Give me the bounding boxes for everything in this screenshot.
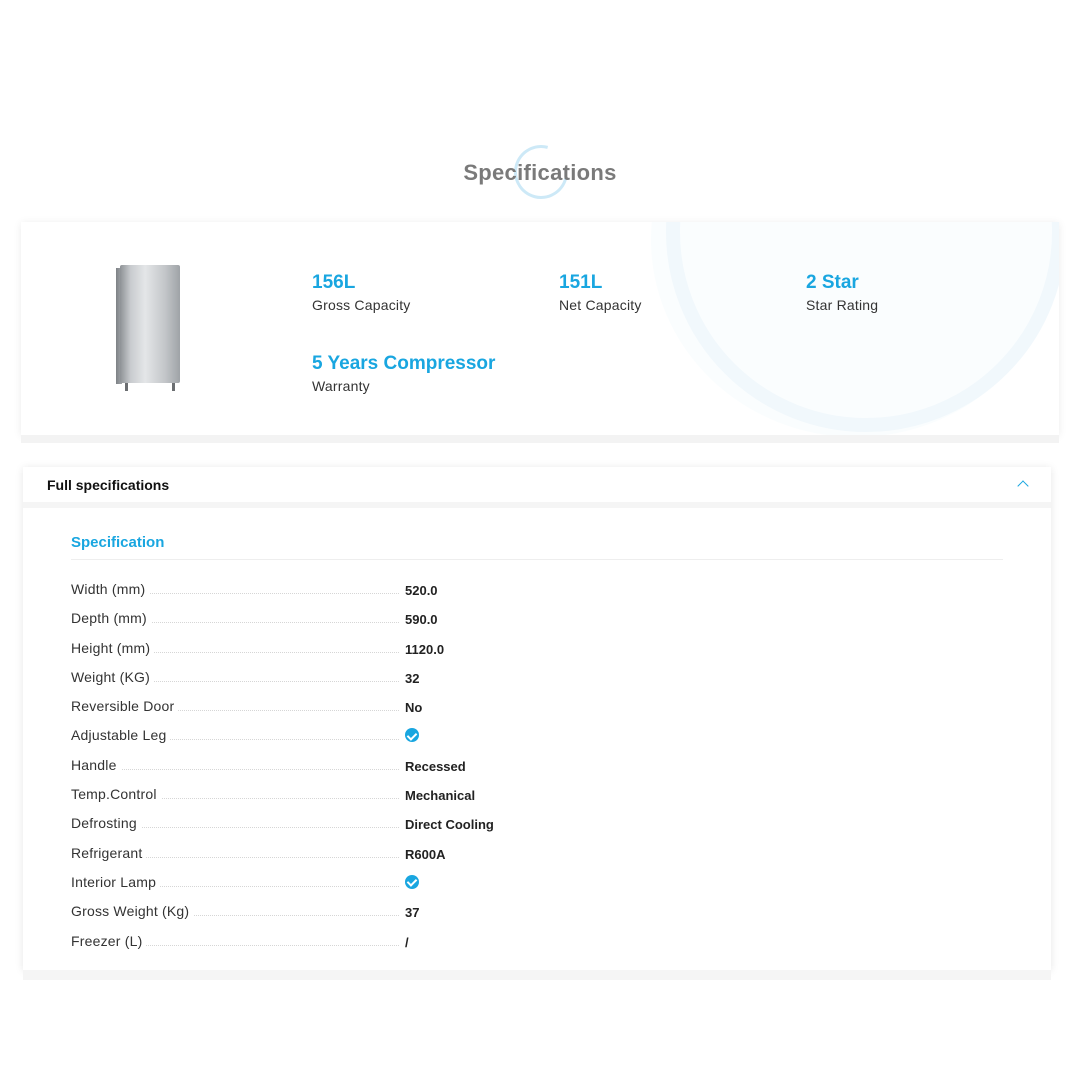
spec-row-width: Width (mm) 520.0 (71, 574, 1003, 603)
spec-row-height: Height (mm) 1120.0 (71, 633, 1003, 662)
page: Specifications 156L Gross Capacity 151L … (0, 0, 1080, 1080)
stat-gross-capacity: 156L Gross Capacity (312, 272, 411, 313)
chevron-up-icon[interactable] (1017, 480, 1029, 492)
spec-label: Gross Weight (Kg) (71, 903, 194, 920)
spec-label: Height (mm) (71, 639, 155, 656)
spec-value: R600A (405, 846, 446, 862)
spec-row-handle: Handle Recessed (71, 750, 1003, 779)
full-specs-card-footer (23, 970, 1051, 980)
spec-label: Temp.Control (71, 786, 161, 803)
spec-label: Defrosting (71, 815, 141, 832)
spec-row-depth: Depth (mm) 590.0 (71, 603, 1003, 632)
spec-value: 37 (405, 905, 420, 921)
stat-label: Net Capacity (559, 297, 642, 313)
spec-row-defrosting: Defrosting Direct Cooling (71, 808, 1003, 837)
spec-label: Adjustable Leg (71, 727, 171, 744)
spec-label: Interior Lamp (71, 873, 161, 890)
page-title: Specifications (463, 160, 617, 185)
check-icon (405, 728, 419, 743)
divider (71, 559, 1003, 560)
spec-row-interior-lamp: Interior Lamp (71, 867, 1003, 896)
stat-net-capacity: 151L Net Capacity (559, 272, 642, 313)
check-icon (405, 874, 419, 889)
full-specs-toggle[interactable]: Full specifications (23, 467, 1051, 508)
spec-row-refrigerant: Refrigerant R600A (71, 838, 1003, 867)
spec-value: / (405, 934, 409, 950)
stat-value: 5 Years Compressor (312, 353, 496, 374)
spec-row-weight: Weight (KG) 32 (71, 662, 1003, 691)
stat-label: Star Rating (806, 297, 879, 313)
fridge-body (120, 265, 180, 383)
stat-star-rating: 2 Star Star Rating (806, 272, 878, 313)
product-image (116, 265, 182, 395)
spec-row-freezer: Freezer (L) / (71, 926, 1003, 955)
full-specs-card: Full specifications Specification Width … (23, 467, 1051, 970)
spec-label: Width (mm) (71, 581, 150, 597)
spec-label: Reversible Door (71, 698, 179, 715)
spec-value: 1120.0 (405, 641, 445, 657)
spec-value: 590.0 (405, 612, 438, 628)
spec-value: Direct Cooling (405, 817, 494, 833)
spec-list: Width (mm) 520.0 Depth (mm) 590.0 Height… (71, 574, 1003, 955)
stat-value: 156L (312, 272, 356, 293)
spec-label: Freezer (L) (71, 932, 147, 949)
spec-value: 520.0 (405, 583, 438, 598)
spec-row-temp-control: Temp.Control Mechanical (71, 779, 1003, 808)
fridge-leg (125, 383, 128, 391)
stat-label: Warranty (312, 378, 370, 394)
stat-label: Gross Capacity (312, 297, 411, 313)
summary-card-footer (21, 435, 1059, 443)
spec-label: Weight (KG) (71, 668, 154, 685)
spec-label: Depth (mm) (71, 610, 151, 627)
summary-card: 156L Gross Capacity 151L Net Capacity 2 … (21, 222, 1059, 435)
spec-value: Mechanical (405, 788, 476, 804)
spec-row-gross-weight: Gross Weight (Kg) 37 (71, 896, 1003, 925)
heading-wrap: Specifications (0, 143, 1080, 203)
full-specs-title: Full specifications (47, 476, 170, 493)
stat-value: 2 Star (806, 272, 859, 293)
section-title: Specification (71, 534, 165, 551)
spec-value: Recessed (405, 758, 466, 774)
spec-row-adjustable-leg: Adjustable Leg (71, 720, 1003, 749)
spec-value: 32 (405, 670, 420, 686)
spec-label: Refrigerant (71, 844, 147, 861)
stat-warranty: 5 Years Compressor Warranty (312, 353, 495, 394)
decorative-circle-ring (666, 222, 1059, 432)
spec-row-reversible-door: Reversible Door No (71, 691, 1003, 720)
spec-value: No (405, 700, 423, 716)
spec-label: Handle (71, 756, 121, 773)
stat-value: 151L (559, 272, 603, 293)
fridge-leg (172, 383, 175, 391)
